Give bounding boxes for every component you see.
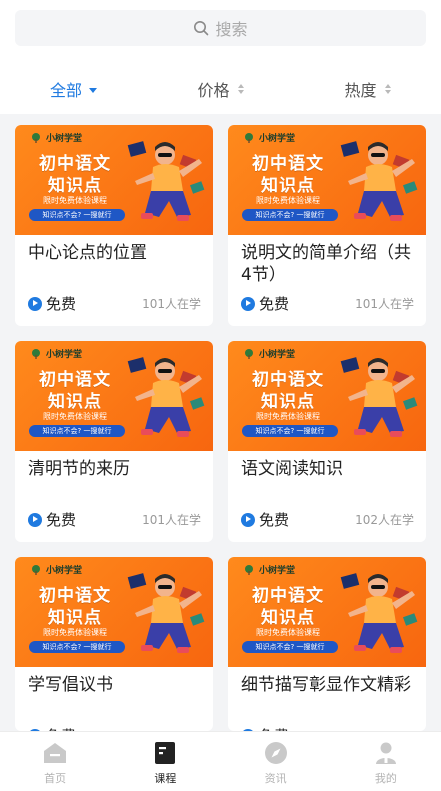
course-title: 学写倡议书	[28, 675, 113, 695]
search-placeholder: 搜索	[215, 20, 248, 39]
search-icon	[194, 21, 209, 36]
course-price: 免费	[28, 293, 76, 314]
student-illustration	[127, 573, 205, 653]
brand-logo: 小树学堂	[242, 131, 295, 144]
top-bar: 搜索 全部 价格 热度	[0, 0, 441, 114]
course-thumbnail: 小树学堂 初中语文 知识点 限时免费体验课程 知识点不会? 一搜就行	[228, 341, 426, 451]
course-thumbnail: 小树学堂 初中语文 知识点 限时免费体验课程 知识点不会? 一搜就行	[15, 125, 213, 235]
thumb-cta: 知识点不会? 一搜就行	[29, 641, 125, 653]
home-icon	[44, 743, 67, 763]
course-title: 细节描写彰显作文精彩	[241, 675, 411, 695]
brand-name: 小树学堂	[46, 134, 83, 144]
thumb-cta: 知识点不会? 一搜就行	[242, 209, 338, 221]
course-price: 免费	[28, 509, 76, 530]
brand-logo: 小树学堂	[242, 347, 295, 360]
search-input[interactable]: 搜索	[15, 10, 426, 46]
play-icon	[28, 512, 42, 527]
play-icon	[241, 512, 255, 527]
course-title: 中心论点的位置	[28, 243, 147, 263]
compass-icon	[264, 742, 287, 764]
thumb-title-line2: 知识点	[261, 176, 315, 196]
course-card[interactable]: 小树学堂 初中语文 知识点 限时免费体验课程 知识点不会? 一搜就行	[228, 341, 426, 542]
course-learners: 101人在学	[142, 297, 201, 311]
brand-name: 小树学堂	[259, 350, 296, 360]
tab-mine-label: 我的	[374, 772, 397, 785]
course-title: 说明文的简单介绍（共4节）	[241, 243, 411, 285]
bottom-tab-bar: 首页 课程 资讯 我的	[0, 731, 441, 791]
filter-price[interactable]: 价格	[147, 77, 294, 101]
brand-name: 小树学堂	[259, 134, 296, 144]
brand-logo: 小树学堂	[29, 131, 82, 144]
filter-popularity[interactable]: 热度	[294, 77, 441, 101]
course-price: 免费	[241, 509, 289, 530]
thumb-subtitle: 限时免费体验课程	[256, 412, 320, 421]
course-thumbnail: 小树学堂 初中语文 知识点 限时免费体验课程 知识点不会? 一搜就行	[15, 557, 213, 667]
course-icon	[155, 742, 176, 764]
student-illustration	[127, 357, 205, 437]
tab-news-label: 资讯	[264, 772, 287, 785]
filter-bar: 全部 价格 热度	[0, 70, 441, 108]
course-card[interactable]: 小树学堂 初中语文 知识点 限时免费体验课程 知识点不会? 一搜就行	[228, 125, 426, 326]
filter-all-label: 全部	[49, 81, 82, 100]
tab-mine[interactable]: 我的	[331, 732, 441, 791]
thumb-subtitle: 限时免费体验课程	[43, 628, 107, 637]
course-learners: 102人在学	[355, 513, 414, 527]
user-icon	[375, 742, 396, 764]
student-illustration	[340, 141, 418, 221]
course-thumbnail: 小树学堂 初中语文 知识点 限时免费体验课程 知识点不会? 一搜就行	[228, 557, 426, 667]
course-price-label: 免费	[46, 295, 77, 313]
thumb-title-line2: 知识点	[48, 608, 102, 628]
course-title: 语文阅读知识	[241, 459, 343, 479]
course-price: 免费	[241, 293, 289, 314]
brand-logo: 小树学堂	[242, 563, 295, 576]
sort-icon	[384, 84, 391, 94]
sort-icon	[237, 84, 244, 94]
thumb-cta: 知识点不会? 一搜就行	[29, 209, 125, 221]
student-illustration	[340, 357, 418, 437]
student-illustration	[340, 573, 418, 653]
thumb-cta: 知识点不会? 一搜就行	[242, 641, 338, 653]
course-price-label: 免费	[259, 295, 290, 313]
course-card[interactable]: 小树学堂 初中语文 知识点 限时免费体验课程 知识点不会? 一搜就行	[15, 341, 213, 542]
thumb-subtitle: 限时免费体验课程	[256, 196, 320, 205]
filter-price-label: 价格	[197, 81, 230, 100]
course-thumbnail: 小树学堂 初中语文 知识点 限时免费体验课程 知识点不会? 一搜就行	[228, 125, 426, 235]
course-learners: 101人在学	[142, 513, 201, 527]
brand-name: 小树学堂	[46, 566, 83, 576]
thumb-title-line2: 知识点	[261, 608, 315, 628]
tab-home-label: 首页	[44, 772, 67, 785]
thumb-subtitle: 限时免费体验课程	[43, 196, 107, 205]
course-learners: 101人在学	[355, 297, 414, 311]
course-thumbnail: 小树学堂 初中语文 知识点 限时免费体验课程 知识点不会? 一搜就行	[15, 341, 213, 451]
course-card[interactable]: 小树学堂 初中语文 知识点 限时免费体验课程 知识点不会? 一搜就行	[228, 557, 426, 731]
thumb-cta: 知识点不会? 一搜就行	[242, 425, 338, 437]
thumb-subtitle: 限时免费体验课程	[256, 628, 320, 637]
filter-popularity-label: 热度	[344, 81, 377, 100]
play-icon	[28, 296, 42, 311]
thumb-title-line2: 知识点	[48, 392, 102, 412]
course-card[interactable]: 小树学堂 初中语文 知识点 限时免费体验课程 知识点不会? 一搜就行	[15, 557, 213, 731]
tab-news[interactable]: 资讯	[221, 732, 331, 791]
thumb-title-line2: 知识点	[261, 392, 315, 412]
thumb-subtitle: 限时免费体验课程	[43, 412, 107, 421]
tab-course-label: 课程	[154, 772, 177, 785]
course-price-label: 免费	[259, 511, 290, 529]
brand-name: 小树学堂	[259, 566, 296, 576]
caret-down-icon	[89, 87, 97, 93]
brand-logo: 小树学堂	[29, 347, 82, 360]
course-price-label: 免费	[46, 511, 77, 529]
tab-course[interactable]: 课程	[110, 732, 220, 791]
tab-home[interactable]: 首页	[0, 732, 110, 791]
course-card[interactable]: 小树学堂 初中语文 知识点 限时免费体验课程 知识点不会? 一搜就行	[15, 125, 213, 326]
course-title: 清明节的来历	[28, 459, 130, 479]
thumb-title-line2: 知识点	[48, 176, 102, 196]
brand-name: 小树学堂	[46, 350, 83, 360]
brand-logo: 小树学堂	[29, 563, 82, 576]
play-icon	[241, 296, 255, 311]
thumb-cta: 知识点不会? 一搜就行	[29, 425, 125, 437]
filter-all[interactable]: 全部	[0, 77, 147, 101]
student-illustration	[127, 141, 205, 221]
